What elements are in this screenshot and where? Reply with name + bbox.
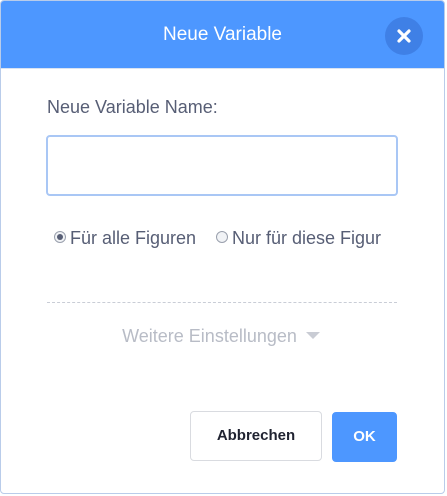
ok-button[interactable]: OK (332, 412, 397, 462)
scope-all-sprites-radio[interactable]: Für alle Figuren (47, 227, 197, 250)
variable-name-label: Neue Variable Name: (47, 97, 218, 117)
close-button[interactable] (385, 17, 423, 55)
radio-selected-icon (54, 231, 66, 243)
dialog-header: Neue Variable (1, 1, 444, 68)
scope-all-sprites-label: Für alle Figuren (70, 228, 197, 248)
more-settings-toggle[interactable]: Weitere Einstellungen (121, 325, 321, 348)
radio-unselected-icon (216, 231, 228, 243)
close-icon (397, 29, 411, 43)
variable-name-input[interactable] (46, 135, 398, 196)
new-variable-dialog: Neue Variable Neue Variable Name: Für al… (0, 0, 445, 494)
dialog-title: Neue Variable (162, 24, 282, 45)
cancel-button[interactable]: Abbrechen (190, 411, 322, 461)
dashed-divider (47, 302, 397, 303)
caret-down-icon (305, 332, 320, 339)
scope-this-sprite-radio[interactable]: Nur für diese Figur (210, 227, 390, 250)
scope-this-sprite-label: Nur für diese Figur (232, 228, 382, 248)
more-settings-label: Weitere Einstellungen (122, 326, 297, 346)
